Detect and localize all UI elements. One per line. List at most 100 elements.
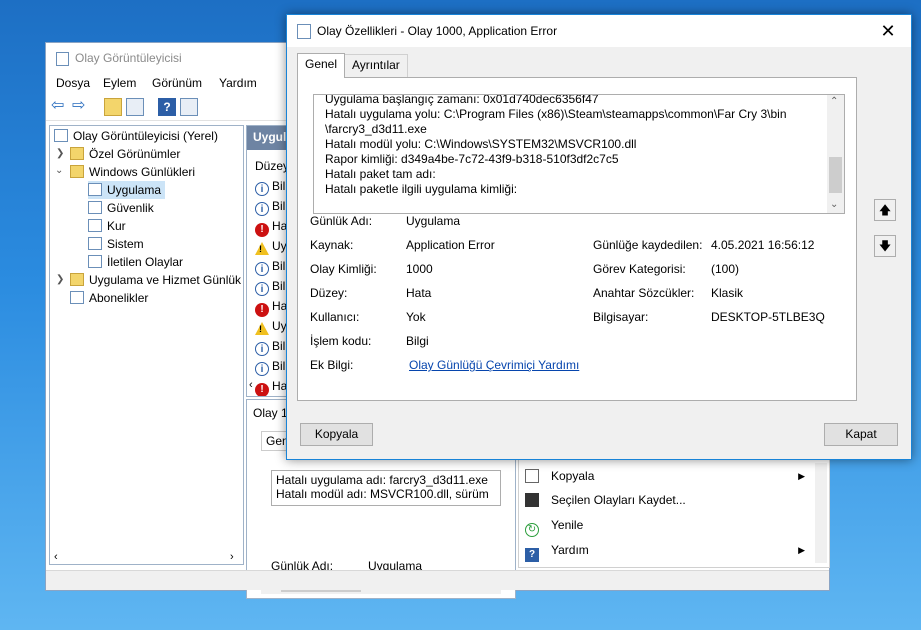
tree-item-label: Uygulama ve Hizmet Günlük <box>89 273 242 287</box>
info-icon: i <box>255 342 269 356</box>
action-copy[interactable]: Kopyala ▶ <box>525 465 805 487</box>
menu-file[interactable]: Dosya <box>56 76 90 90</box>
scroll-down-icon[interactable]: ⌄ <box>830 199 838 210</box>
tree-item-app-services[interactable]: Uygulama ve Hizmet Günlük <box>70 271 241 289</box>
description-scrollbar[interactable]: ⌃ ⌄ <box>827 95 844 213</box>
tree-item-custom-views[interactable]: Özel Görünümler <box>70 145 180 163</box>
tab-general[interactable]: Genel <box>297 53 346 78</box>
event-row-level: Bil <box>272 279 286 293</box>
task-category-label: Görev Kategorisi: <box>593 262 686 276</box>
tree-item-label: Güvenlik <box>107 201 154 215</box>
opcode-label: İşlem kodu: <box>310 334 372 348</box>
log-icon <box>88 201 102 214</box>
event-row[interactable]: i Bil <box>255 276 285 296</box>
tree-item-forwarded[interactable]: İletilen Olaylar <box>88 253 183 271</box>
level-column-header[interactable]: Düzey <box>255 159 289 173</box>
close-icon[interactable]: ✕ <box>865 15 911 47</box>
user-label: Kullanıcı: <box>310 310 360 324</box>
dialog-title: Olay Özellikleri - Olay 1000, Applicatio… <box>317 24 558 38</box>
menu-help[interactable]: Yardım <box>219 76 257 90</box>
action-save-selected[interactable]: Seçilen Olayları Kaydet... <box>525 489 805 511</box>
expand-arrow-icon[interactable]: ❯ <box>56 274 64 285</box>
general-tab-panel: Uygulama başlangıç zamanı: 0x01d740dec63… <box>297 77 857 401</box>
action-label: Kopyala <box>551 469 595 483</box>
scroll-right-icon[interactable]: › <box>230 551 234 563</box>
tree-item-security[interactable]: Güvenlik <box>88 199 154 217</box>
tab-details[interactable]: Ayrıntılar <box>344 54 408 77</box>
online-help-link[interactable]: Olay Günlüğü Çevrimiçi Yardımı <box>409 358 579 372</box>
event-row[interactable]: ! Uy <box>255 316 287 336</box>
submenu-arrow-icon: ▶ <box>798 471 805 481</box>
forward-arrow-icon[interactable]: ⇨ <box>72 98 90 116</box>
event-row[interactable]: ! Ha <box>255 296 287 317</box>
close-button[interactable]: Kapat <box>824 423 898 446</box>
copy-button[interactable]: Kopyala <box>300 423 373 446</box>
tree-item-label: Kur <box>107 219 126 233</box>
tree-item-system[interactable]: Sistem <box>88 235 144 253</box>
action-label: Seçilen Olayları Kaydet... <box>551 493 686 507</box>
help-icon: ? <box>525 548 539 562</box>
menu-view[interactable]: Görünüm <box>152 76 202 90</box>
warning-icon: ! <box>255 242 269 255</box>
dialog-titlebar: Olay Özellikleri - Olay 1000, Applicatio… <box>287 15 911 47</box>
previous-event-button[interactable]: 🡅 <box>874 199 896 221</box>
event-viewer-app-icon <box>56 52 69 66</box>
next-event-button[interactable]: 🡇 <box>874 235 896 257</box>
event-row-level: Bil <box>272 259 286 273</box>
tree-root[interactable]: Olay Görüntüleyicisi (Yerel) <box>54 127 218 145</box>
event-row[interactable]: ! Uy <box>255 236 287 256</box>
expand-arrow-icon[interactable]: ❯ <box>56 148 64 159</box>
event-row-level: Uy <box>272 319 287 333</box>
show-hide-tree-icon[interactable] <box>126 98 144 116</box>
tree-item-label: İletilen Olaylar <box>107 255 184 269</box>
tree-item-subscriptions[interactable]: Abonelikler <box>70 289 148 307</box>
event-row[interactable]: i Bil <box>255 176 285 196</box>
action-help[interactable]: ? Yardım ▶ <box>525 539 805 562</box>
opcode-value: Bilgi <box>406 334 429 348</box>
event-row-level: Bil <box>272 339 286 353</box>
event-id-value: 1000 <box>406 262 433 276</box>
copy-icon <box>525 469 539 483</box>
source-label: Kaynak: <box>310 238 354 252</box>
preview-description: Hatalı uygulama adı: farcry3_d3d11.exe H… <box>271 470 501 506</box>
level-value: Hata <box>406 286 432 300</box>
help-icon[interactable]: ? <box>158 98 176 116</box>
folder-up-icon[interactable] <box>104 98 122 116</box>
log-icon <box>88 255 102 268</box>
event-viewer-title: Olay Görüntüleyicisi <box>75 51 182 65</box>
collapse-arrow-icon[interactable]: ⌄ <box>55 165 63 176</box>
actions-pane: Kopyala ▶ Seçilen Olayları Kaydet... ↻ Yen… <box>518 458 830 568</box>
event-row[interactable]: i Bil <box>255 256 285 276</box>
action-label: Yardım <box>551 543 589 557</box>
scrollbar-thumb[interactable] <box>829 157 842 193</box>
event-row[interactable]: i Bil <box>255 356 285 376</box>
event-row[interactable]: i Bil <box>255 196 285 216</box>
tree-root-label: Olay Görüntüleyicisi (Yerel) <box>73 129 218 143</box>
log-name-value: Uygulama <box>406 214 461 228</box>
warning-icon: ! <box>255 322 269 335</box>
event-row[interactable]: ! Ha <box>255 216 287 237</box>
action-label: Yenile <box>551 518 584 532</box>
tree-item-application[interactable]: Uygulama <box>88 181 166 199</box>
scroll-left-icon[interactable]: ‹ <box>54 551 58 563</box>
tree-item-windows-logs[interactable]: Windows Günlükleri <box>70 163 195 181</box>
scroll-left-icon[interactable]: ‹ <box>249 379 269 395</box>
event-row[interactable]: i Bil <box>255 336 285 356</box>
back-arrow-icon[interactable]: ⇦ <box>51 98 69 116</box>
event-preview-header: Olay 1 <box>253 406 288 420</box>
event-row-level: Uy <box>272 239 287 253</box>
menu-action[interactable]: Eylem <box>103 76 136 90</box>
tree-item-setup[interactable]: Kur <box>88 217 126 235</box>
save-icon <box>525 493 539 507</box>
event-description-box[interactable]: Uygulama başlangıç zamanı: 0x01d740dec63… <box>313 94 845 214</box>
computer-label: Bilgisayar: <box>593 310 649 324</box>
folder-icon <box>70 273 84 286</box>
event-description-text: Uygulama başlangıç zamanı: 0x01d740dec63… <box>325 94 787 196</box>
scroll-up-icon[interactable]: ⌃ <box>830 96 838 107</box>
log-icon <box>88 219 102 232</box>
actions-scrollbar[interactable] <box>815 463 827 563</box>
action-refresh[interactable]: ↻ Yenile <box>525 514 805 537</box>
event-properties-dialog: Olay Özellikleri - Olay 1000, Applicatio… <box>286 14 912 460</box>
properties-pane-icon[interactable] <box>180 98 198 116</box>
info-icon: i <box>255 182 269 196</box>
